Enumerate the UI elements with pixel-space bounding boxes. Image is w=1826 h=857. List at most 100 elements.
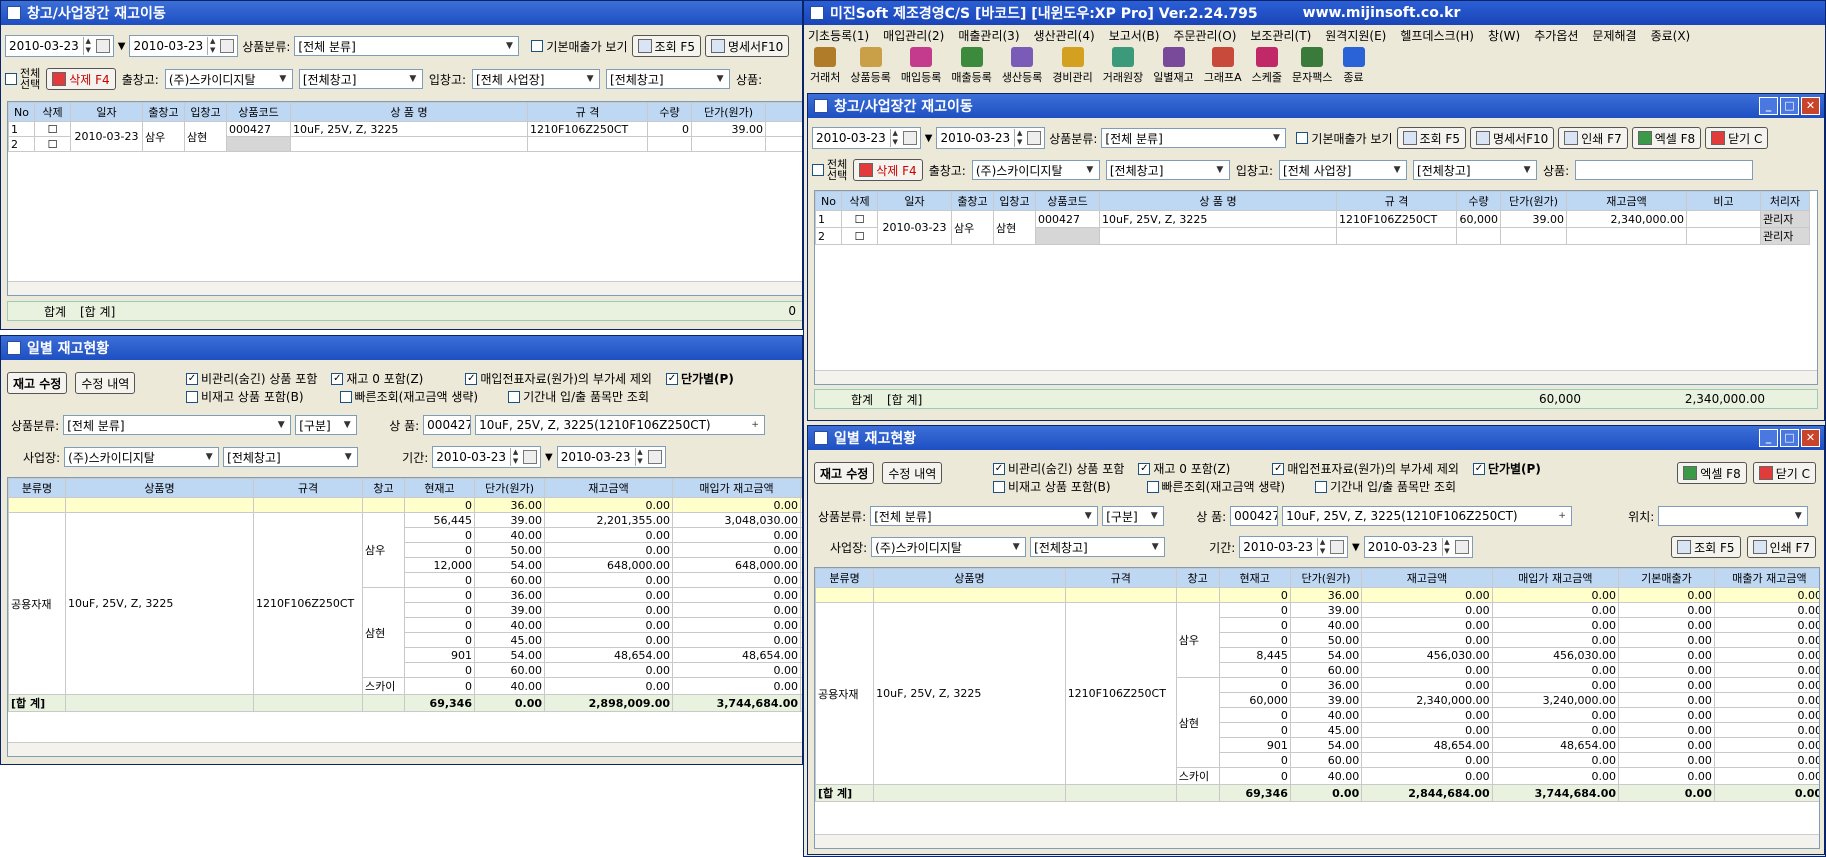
basic-sales-checkbox[interactable]: 기본매출가 보기 (531, 38, 628, 55)
date-from[interactable]: 2010-03-23 ▲ ▼ (812, 127, 921, 149)
dropdown-arrow-icon[interactable]: ▼ (118, 41, 126, 52)
dropdown-arrow-icon[interactable]: ▼ (545, 452, 553, 463)
menu-item[interactable]: 주문관리(O) (1173, 27, 1236, 44)
period-from[interactable]: 2010-03-23 ▲ ▼ (1239, 536, 1349, 558)
product-code-field[interactable]: 000427 (423, 415, 472, 435)
close-window-button[interactable]: ✕ (1801, 429, 1820, 447)
minimize-button[interactable]: _ (1759, 97, 1778, 115)
out-warehouse-select[interactable]: [전체창고] ▼ (1105, 160, 1230, 180)
table-row[interactable]: 0 36.00 0.00 0.00 (8, 497, 802, 513)
history-button[interactable]: 수정 내역 (75, 372, 136, 394)
menu-item[interactable]: 헬프데스크(H) (1400, 27, 1474, 44)
table-row[interactable]: 공용자재 10uF, 25V, Z, 3225 1210F106Z250CT 삼우 0 3… (815, 602, 1819, 785)
in-warehouse-select[interactable]: [전체창고] ▼ (606, 69, 731, 89)
category-select[interactable]: [전체 분류] ▼ (870, 506, 1099, 526)
print-button[interactable]: 인쇄 F7 (1558, 127, 1628, 149)
calendar-icon[interactable] (647, 450, 662, 464)
toolbar-button[interactable]: 거래원장 (1103, 47, 1143, 85)
opt-fast-checkbox[interactable]: 빠른조회(재고금액 생략) (1146, 478, 1285, 495)
opt-period-checkbox[interactable]: 기간내 입/출 품목만 조회 (508, 388, 649, 405)
out-warehouse-select[interactable]: [전체창고] ▼ (298, 69, 423, 89)
spin-icon[interactable]: ▲ ▼ (889, 129, 900, 147)
period-from[interactable]: 2010-03-23 ▲ ▼ (432, 446, 542, 468)
row-delete-checkbox[interactable]: ☐ (841, 227, 878, 245)
opt-fast-checkbox[interactable]: 빠른조회(재고금액 생략) (339, 388, 478, 405)
close-button[interactable]: 닫기 C (1705, 127, 1769, 149)
spin-icon[interactable]: ▲ ▼ (510, 448, 520, 466)
adjust-stock-button[interactable]: 재고 수정 (7, 372, 68, 394)
product-name-field[interactable]: 10uF, 25V, Z, 3225(1210F106Z250CT) + (1282, 506, 1573, 526)
calendar-icon[interactable] (1330, 540, 1345, 554)
period-to[interactable]: 2010-03-23 ▲ ▼ (556, 446, 666, 468)
maximize-button[interactable]: □ (1780, 429, 1799, 447)
opt-vat-checkbox[interactable]: ✓ 매입전표자료(원가)의 부가세 제외 (465, 370, 652, 387)
left-daily-titlebar[interactable]: 일별 재고현황 (1, 336, 802, 360)
opt-hidden-checkbox[interactable]: ✓ 비관리(숨긴) 상품 포함 (993, 460, 1124, 477)
location-select[interactable]: ▼ (1658, 506, 1809, 526)
menu-item[interactable]: 생산관리(4) (1034, 27, 1095, 44)
horizontal-scrollbar[interactable] (8, 281, 802, 295)
calendar-icon[interactable] (902, 131, 917, 145)
history-button[interactable]: 수정 내역 (882, 462, 943, 484)
opt-nonstock-checkbox[interactable]: 비재고 상품 포함(B) (993, 478, 1111, 495)
main-titlebar[interactable]: 미진Soft 제조경영C/S [바코드] [내윈도우:XP Pro] Ver.2… (804, 1, 1825, 25)
spin-icon[interactable]: ▲ ▼ (1014, 129, 1024, 147)
detail-button[interactable]: 명세서F10 (1469, 127, 1555, 149)
calendar-icon[interactable] (220, 39, 235, 53)
menu-item[interactable]: 원격지원(E) (1325, 27, 1386, 44)
toolbar-button[interactable]: 매입등록 (901, 47, 941, 85)
in-site-select[interactable]: [전체 사업장] ▼ (1279, 160, 1408, 180)
print-button[interactable]: 인쇄 F7 (1746, 536, 1816, 558)
horizontal-scrollbar[interactable] (8, 742, 802, 756)
search-button[interactable]: 조회 F5 (1396, 127, 1466, 149)
detail-button[interactable]: 명세서F10 (704, 35, 790, 57)
site-select[interactable]: (주)스카이디지탈 ▼ (871, 537, 1027, 557)
spin-icon[interactable]: ▲ ▼ (634, 448, 645, 466)
menu-item[interactable]: 종료(X) (1651, 27, 1691, 44)
horizontal-scrollbar[interactable] (815, 834, 1819, 848)
row-delete-checkbox[interactable]: ☐ (841, 210, 878, 228)
basic-sales-checkbox[interactable]: 기본매출가 보기 (1296, 130, 1393, 147)
opt-zero-checkbox[interactable]: ✓ 재고 0 포함(Z) (331, 370, 423, 387)
toolbar-button[interactable]: 생산등록 (1002, 47, 1042, 85)
table-row[interactable]: 1 ☐ 2010-03-23 삼우 삼현 000427 10uF, 25V, Z… (815, 210, 1810, 245)
toolbar-button[interactable]: 종료 (1342, 47, 1365, 85)
opt-price-checkbox[interactable]: ✓ 단가별(P) (1472, 460, 1541, 477)
delete-button[interactable]: 삭제 F4 (853, 159, 923, 181)
in-warehouse-select[interactable]: [전체창고] ▼ (1413, 160, 1538, 180)
menu-item[interactable]: 매입관리(2) (883, 27, 944, 44)
select-all-checkbox[interactable]: 전체 선택 (5, 68, 40, 90)
opt-nonstock-checkbox[interactable]: 비재고 상품 포함(B) (186, 388, 304, 405)
calendar-icon[interactable] (1027, 131, 1042, 145)
calendar-icon[interactable] (1454, 540, 1469, 554)
toolbar-button[interactable]: 경비관리 (1052, 47, 1093, 85)
toolbar-button[interactable]: 그래프A (1204, 47, 1242, 85)
excel-button[interactable]: 엑셀 F8 (1677, 462, 1747, 484)
spin-icon[interactable]: ▲ ▼ (1317, 538, 1327, 556)
category-select[interactable]: [전체 분류] ▼ (63, 415, 292, 435)
toolbar-button[interactable]: 상품등록 (850, 47, 891, 85)
opt-price-checkbox[interactable]: ✓ 단가별(P) (665, 370, 734, 387)
opt-period-checkbox[interactable]: 기간내 입/출 품목만 조회 (1315, 478, 1456, 495)
menu-item[interactable]: 기초등록(1) (808, 27, 869, 44)
opt-vat-checkbox[interactable]: ✓ 매입전표자료(원가)의 부가세 제외 (1272, 460, 1459, 477)
maximize-button[interactable]: □ (1780, 97, 1799, 115)
dropdown-arrow-icon[interactable]: ▼ (1352, 542, 1360, 553)
menu-item[interactable]: 문제해결 (1592, 27, 1636, 44)
product-field[interactable] (1575, 160, 1754, 180)
spin-icon[interactable]: ▲ ▼ (207, 37, 217, 55)
category-select[interactable]: [전체 분류] ▼ (294, 36, 520, 56)
row-delete-checkbox[interactable]: ☐ (34, 121, 71, 137)
menu-item[interactable]: 보조관리(T) (1250, 27, 1311, 44)
horizontal-scrollbar[interactable] (815, 370, 1817, 384)
delete-button[interactable]: 삭제 F4 (46, 68, 116, 90)
menu-item[interactable]: 매출관리(3) (958, 27, 1019, 44)
dropdown-arrow-icon[interactable]: ▼ (925, 133, 933, 144)
right-transfer-titlebar[interactable]: 창고/사업장간 재고이동 _ □ ✕ (808, 94, 1824, 118)
table-row[interactable]: 공용자재 10uF, 25V, Z, 3225 1210F106Z250CT 삼우 56… (8, 512, 802, 695)
menu-item[interactable]: 창(W) (1488, 27, 1520, 44)
opt-zero-checkbox[interactable]: ✓ 재고 0 포함(Z) (1138, 460, 1230, 477)
minimize-button[interactable]: _ (1759, 429, 1778, 447)
left-transfer-titlebar[interactable]: 창고/사업장간 재고이동 (1, 1, 802, 25)
table-row[interactable]: 0 36.00 0.00 0.00 0.00 0.00 (815, 587, 1819, 603)
